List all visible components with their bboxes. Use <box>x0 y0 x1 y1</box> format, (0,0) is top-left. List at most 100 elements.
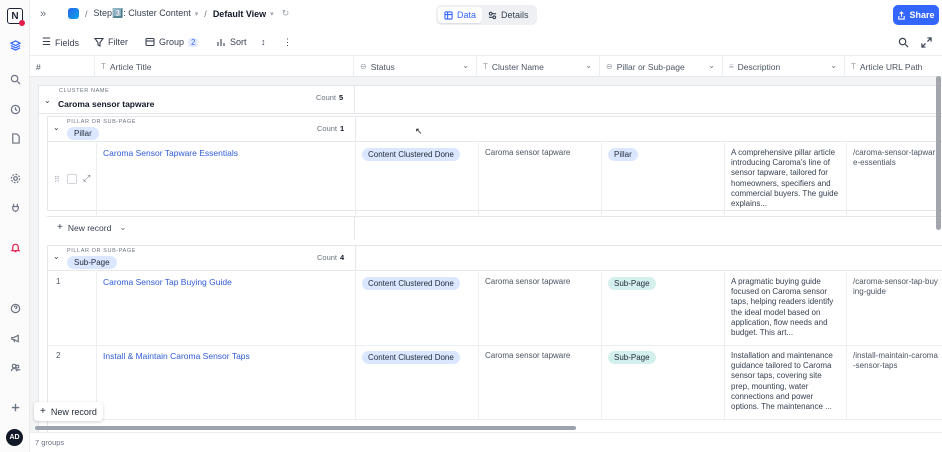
share-button[interactable]: Share <box>893 5 939 25</box>
toolbar: ☰ Fields Filter Group 2 Sort ↕ ⋮ <box>30 30 942 56</box>
column-index-label: # <box>36 61 41 72</box>
url-cell[interactable]: /install-maintain-caroma-sensor-taps <box>847 346 942 419</box>
search-icon <box>898 37 909 48</box>
cluster-cell[interactable]: Caroma sensor tapware <box>479 346 602 419</box>
breadcrumb-view[interactable]: Default View <box>213 9 266 19</box>
description-cell[interactable]: A pragmatic buying guide focused on Caro… <box>725 272 847 345</box>
chevron-down-icon[interactable]: ⌄ <box>44 96 51 105</box>
drag-handle-icon[interactable]: ⠿ <box>54 175 60 184</box>
chevron-down-icon[interactable]: ⌄ <box>830 61 837 70</box>
filter-icon <box>94 37 104 47</box>
breadcrumb: / Step3️⃣: Cluster Content ▾ / Default V… <box>68 8 289 19</box>
community-icon[interactable] <box>7 359 23 375</box>
help-icon[interactable] <box>7 300 23 316</box>
chevron-down-icon[interactable]: ⌄ <box>462 61 469 70</box>
chevron-down-icon[interactable]: ⌄ <box>53 252 60 261</box>
group-caption: PILLAR OR SUB-PAGE <box>67 119 137 125</box>
fullscreen-button[interactable] <box>921 37 932 51</box>
more-icon: ⋮ <box>283 37 292 47</box>
table-row[interactable]: ⠿ ⤢ Caroma Sensor Tapware Essentials Con… <box>48 143 942 217</box>
avatar[interactable]: AD <box>6 429 23 446</box>
chevron-down-icon[interactable]: ⌄ <box>53 123 60 132</box>
toolbar-search-button[interactable] <box>898 37 909 51</box>
integration-icon[interactable] <box>7 199 23 215</box>
share-label: Share <box>909 10 935 20</box>
status-cell[interactable]: Content Clustered Done <box>356 346 479 419</box>
count-label: Count <box>317 253 338 262</box>
pillar-cell[interactable]: Pillar <box>602 143 725 216</box>
search-icon[interactable] <box>7 71 23 87</box>
fields-button[interactable]: ☰ Fields <box>42 37 79 48</box>
group-pillar-header[interactable]: ⌄ PILLAR OR SUB-PAGE Pillar Count 1 <box>48 117 942 142</box>
bell-icon[interactable] <box>7 239 23 255</box>
tab-details[interactable]: Details <box>482 7 535 23</box>
share-icon <box>898 10 906 20</box>
column-header-pillar[interactable]: ⊖ Pillar or Sub-page ⌄ <box>600 56 723 77</box>
status-cell[interactable]: Content Clustered Done <box>356 143 479 216</box>
floating-new-record-button[interactable]: + New record <box>34 402 103 421</box>
tab-details-label: Details <box>501 10 529 20</box>
expand-sidebar-icon[interactable]: » <box>40 8 46 20</box>
status-chip: Content Clustered Done <box>362 148 460 161</box>
horizontal-scrollbar[interactable] <box>35 426 576 430</box>
new-record-button[interactable]: + New record ⌄ <box>57 222 126 233</box>
pillar-cell[interactable]: Sub-Page <box>602 272 725 345</box>
description-cell[interactable]: A comprehensive pillar article introduci… <box>725 143 847 216</box>
chevron-down-icon[interactable]: ▾ <box>270 10 274 18</box>
group-subpage-header[interactable]: ⌄ PILLAR OR SUB-PAGE Sub-Page Count 4 <box>48 246 942 271</box>
cluster-cell[interactable]: Caroma sensor tapware <box>479 272 602 345</box>
expand-icon <box>921 37 932 48</box>
logo-letter: N <box>11 10 19 22</box>
notification-dot <box>19 20 25 26</box>
url-cell[interactable]: /caroma-sensor-tapware-essentials <box>847 143 942 216</box>
url-cell[interactable]: /caroma-sensor-tap-buying-guide <box>847 272 942 345</box>
long-text-field-icon: ≡ <box>729 62 734 71</box>
vertical-scrollbar[interactable] <box>936 76 941 230</box>
details-icon <box>488 11 497 19</box>
top-bar: » / Step3️⃣: Cluster Content ▾ / Default… <box>30 0 942 30</box>
column-header-title[interactable]: T Article Title <box>95 56 354 77</box>
tab-data[interactable]: Data <box>438 7 483 23</box>
group-count: Count 5 <box>316 93 343 102</box>
column-pillar-label: Pillar or Sub-page <box>616 61 685 72</box>
app-logo[interactable]: N <box>7 8 25 26</box>
sort-icon <box>217 39 225 46</box>
megaphone-icon[interactable] <box>7 330 23 346</box>
cluster-cell[interactable]: Caroma sensor tapware <box>479 143 602 216</box>
bases-icon[interactable] <box>7 37 23 53</box>
column-header-url[interactable]: T Article URL Path <box>845 56 942 77</box>
column-header-status[interactable]: ⊖ Status ⌄ <box>354 56 477 77</box>
text-field-icon: T <box>851 62 856 71</box>
chevron-down-icon[interactable]: ▾ <box>195 10 199 18</box>
row-height-button[interactable]: ↕ <box>261 37 266 47</box>
view-toggle: Data Details <box>436 5 537 25</box>
column-status-label: Status <box>370 61 395 72</box>
column-header-cluster[interactable]: T Cluster Name ⌄ <box>477 56 600 77</box>
status-cell[interactable]: Content Clustered Done <box>356 272 479 345</box>
mouse-cursor-icon: ↖ <box>415 126 423 136</box>
breadcrumb-base[interactable]: Step3️⃣: Cluster Content <box>94 8 191 19</box>
title-cell[interactable]: Install & Maintain Caroma Sensor Taps <box>97 346 356 419</box>
gear-icon[interactable] <box>7 170 23 186</box>
chevron-down-icon[interactable]: ⌄ <box>119 222 126 233</box>
title-cell[interactable]: Caroma Sensor Tapware Essentials <box>97 143 356 216</box>
clock-icon[interactable] <box>7 101 23 117</box>
more-options-button[interactable]: ⋮ <box>283 37 292 48</box>
refresh-icon[interactable]: ↻ <box>282 8 290 19</box>
group-button[interactable]: Group 2 <box>145 37 199 47</box>
sort-button[interactable]: Sort <box>216 37 247 47</box>
chevron-down-icon[interactable]: ⌄ <box>708 61 715 70</box>
filter-button[interactable]: Filter <box>94 37 128 47</box>
expand-record-icon[interactable]: ⤢ <box>83 173 90 184</box>
column-header-description[interactable]: ≡ Description ⌄ <box>723 56 845 77</box>
title-cell[interactable]: Caroma Sensor Tap Buying Guide <box>97 272 356 345</box>
row-checkbox[interactable] <box>67 174 77 184</box>
group-cluster-header[interactable]: ⌄ CLUSTER NAME Caroma sensor tapware Cou… <box>39 86 942 114</box>
add-icon[interactable] <box>7 399 23 415</box>
chevron-down-icon[interactable]: ⌄ <box>585 61 592 70</box>
description-cell[interactable]: Installation and maintenance guidance ta… <box>725 346 847 419</box>
document-icon[interactable] <box>7 130 23 146</box>
pillar-cell[interactable]: Sub-Page <box>602 346 725 419</box>
table-row[interactable]: 2 Install & Maintain Caroma Sensor Taps … <box>48 346 942 420</box>
table-row[interactable]: 1 Caroma Sensor Tap Buying Guide Content… <box>48 272 942 346</box>
